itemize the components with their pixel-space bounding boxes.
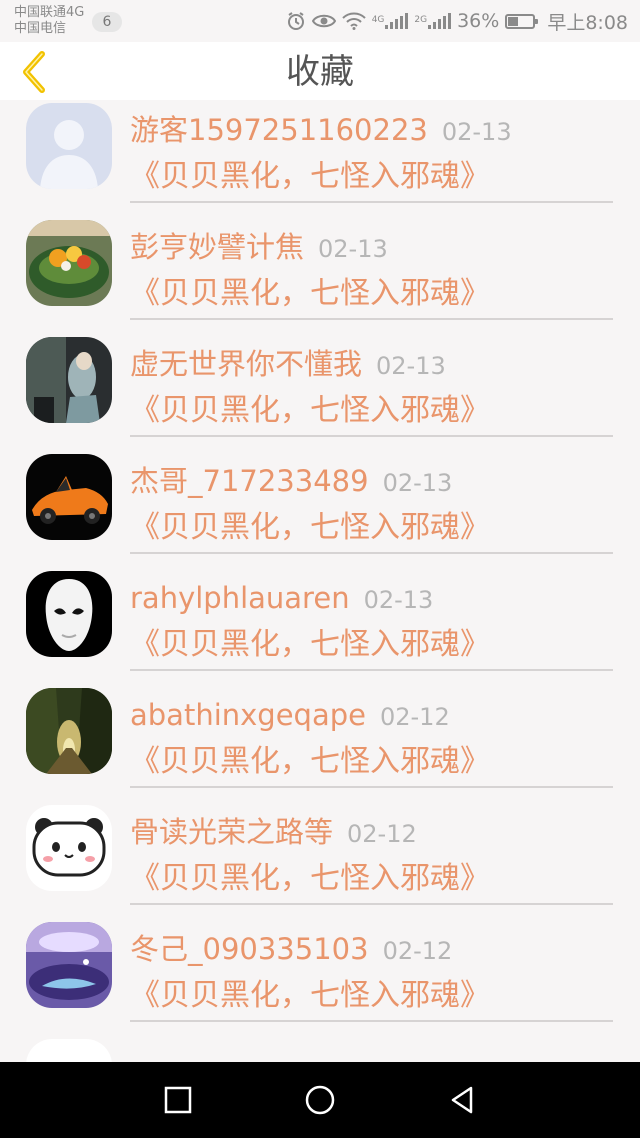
user-name: 彭亨妙譬计焦 [130, 230, 305, 264]
square-icon [164, 1086, 192, 1114]
signal-icon-1: 4G [372, 13, 409, 29]
user-name: 冬己_090335103 [130, 932, 369, 966]
avatar [26, 571, 112, 657]
battery-percent: 36% [457, 10, 500, 32]
divider [130, 786, 613, 788]
recent-apps-button[interactable] [158, 1080, 198, 1120]
book-title: 《贝贝黑化，七怪入邪魂》 [130, 861, 490, 896]
home-button[interactable] [300, 1080, 340, 1120]
network-type-1: 4G [371, 15, 385, 25]
carrier-2: 中国电信 [14, 21, 67, 36]
alarm-icon [286, 11, 306, 31]
wifi-icon [341, 12, 366, 30]
date: 02-13 [441, 118, 512, 146]
circle-icon [305, 1085, 335, 1115]
book-title: 《贝贝黑化，七怪入邪魂》 [130, 393, 490, 428]
user-name: 游客1597251160223 [130, 113, 428, 147]
row-user: 虚无世界你不懂我 02-13 [130, 346, 446, 384]
avatar [26, 805, 112, 891]
divider [130, 552, 613, 554]
user-name: 骨读光荣之路等 [130, 815, 334, 849]
list-item[interactable]: 游客1597251160223 02-13 《贝贝黑化，七怪入邪魂》 [0, 100, 640, 217]
date: 02-13 [376, 352, 446, 380]
avatar [26, 103, 112, 189]
book-title: 《贝贝黑化，七怪入邪魂》 [130, 510, 490, 545]
divider [130, 669, 613, 671]
book-title: 《贝贝黑化，七怪入邪魂》 [130, 159, 490, 194]
row-user: 杰哥_717233489 02-13 [130, 463, 452, 501]
signal-icon-2: 2G [414, 13, 452, 29]
row-user: 冬己_090335103 02-12 [130, 931, 452, 969]
row-user: rahylphlauaren 02-13 [130, 580, 433, 618]
book-title: 《贝贝黑化，七怪入邪魂》 [130, 744, 490, 779]
carrier-1: 中国联通4G [14, 5, 85, 20]
status-bar: 中国联通4G 中国电信 6 4G 2G 36% 早上8:08 [0, 0, 640, 42]
user-name: 虚无世界你不懂我 [130, 347, 363, 381]
list-item-partial[interactable] [0, 1036, 640, 1062]
status-icons: 4G 2G 36% 早上8:08 [286, 9, 628, 34]
network-type-2: 2G [414, 15, 428, 25]
system-nav-bar [0, 1062, 640, 1138]
date: 02-13 [363, 586, 434, 614]
user-name: abathinxgeqape [130, 698, 366, 732]
triangle-back-icon [451, 1086, 473, 1114]
status-time: 早上8:08 [547, 11, 628, 34]
avatar [26, 337, 112, 423]
list-item[interactable]: 冬己_090335103 02-12 《贝贝黑化，七怪入邪魂》 [0, 919, 640, 1036]
divider [130, 201, 613, 203]
page-title: 收藏 [286, 52, 354, 92]
date: 02-13 [318, 235, 388, 263]
notification-badge: 6 [92, 12, 122, 32]
divider [130, 435, 613, 437]
avatar [26, 220, 112, 306]
back-nav-button[interactable] [442, 1080, 482, 1120]
book-title: 《贝贝黑化，七怪入邪魂》 [130, 627, 490, 662]
date: 02-12 [347, 820, 417, 848]
row-user: 彭亨妙譬计焦 02-13 [130, 229, 388, 267]
divider [130, 903, 613, 905]
date: 02-12 [379, 703, 450, 731]
row-user: 骨读光荣之路等 02-12 [130, 814, 417, 852]
eye-icon [311, 12, 336, 30]
divider [130, 1020, 613, 1022]
nav-bar: 收藏 [0, 42, 640, 100]
user-name: rahylphlauaren [130, 581, 350, 615]
book-title: 《贝贝黑化，七怪入邪魂》 [130, 978, 490, 1013]
list-item[interactable]: 虚无世界你不懂我 02-13 《贝贝黑化，七怪入邪魂》 [0, 334, 640, 451]
list-item[interactable]: abathinxgeqape 02-12 《贝贝黑化，七怪入邪魂》 [0, 685, 640, 802]
date: 02-13 [382, 469, 453, 497]
battery-icon [505, 13, 539, 29]
carrier-info: 中国联通4G 中国电信 [14, 5, 84, 37]
list-item[interactable]: 彭亨妙譬计焦 02-13 《贝贝黑化，七怪入邪魂》 [0, 217, 640, 334]
date: 02-12 [382, 937, 453, 965]
user-name: 杰哥_717233489 [130, 464, 369, 498]
book-title: 《贝贝黑化，七怪入邪魂》 [130, 276, 490, 311]
avatar [26, 688, 112, 774]
row-user: 游客1597251160223 02-13 [130, 112, 512, 150]
avatar [26, 1039, 112, 1062]
list-item[interactable]: rahylphlauaren 02-13 《贝贝黑化，七怪入邪魂》 [0, 568, 640, 685]
avatar [26, 922, 112, 1008]
divider [130, 318, 613, 320]
list-item[interactable]: 骨读光荣之路等 02-12 《贝贝黑化，七怪入邪魂》 [0, 802, 640, 919]
avatar [26, 454, 112, 540]
list-item[interactable]: 杰哥_717233489 02-13 《贝贝黑化，七怪入邪魂》 [0, 451, 640, 568]
favorites-list: 游客1597251160223 02-13 《贝贝黑化，七怪入邪魂》 彭亨妙譬计焦… [0, 100, 640, 1062]
row-user: abathinxgeqape 02-12 [130, 697, 450, 735]
